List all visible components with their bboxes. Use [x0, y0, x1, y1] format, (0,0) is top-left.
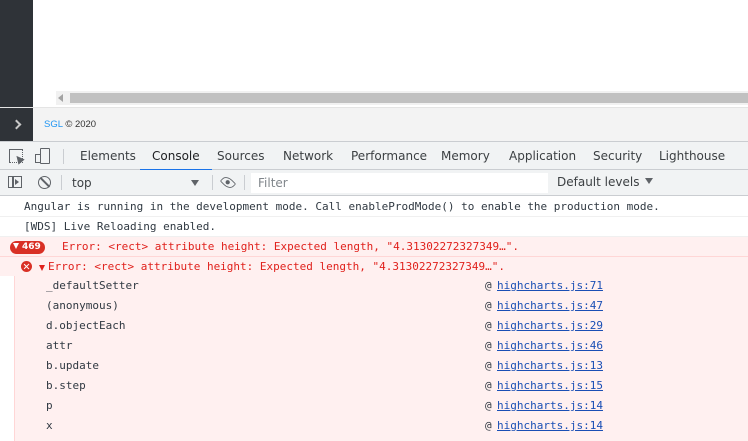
error-count-badge[interactable]: 469 [10, 241, 45, 254]
toolbar-divider [212, 175, 213, 190]
stack-frame-function: x [46, 419, 53, 432]
stack-frame-at-symbol: @ [485, 339, 492, 352]
expand-triangle-icon[interactable] [39, 265, 45, 271]
tab-lighthouse[interactable]: Lighthouse [659, 142, 725, 170]
tab-sources[interactable]: Sources [217, 142, 264, 170]
stack-frame: b.update @ highcharts.js:13 [15, 356, 748, 376]
stack-frame-source-link[interactable]: highcharts.js:15 [497, 376, 603, 396]
clear-console-icon[interactable] [38, 176, 51, 189]
stack-frame: attr @ highcharts.js:46 [15, 336, 748, 356]
stack-frame-function: attr [46, 339, 73, 352]
stack-frame-function: _defaultSetter [46, 279, 139, 292]
tab-elements[interactable]: Elements [80, 142, 136, 170]
chevron-right-icon [11, 119, 22, 130]
log-levels-label: Default levels [557, 175, 640, 189]
console-message-text: [WDS] Live Reloading enabled. [24, 220, 217, 233]
app-page: SGL © 2020 [0, 0, 748, 142]
error-group-row[interactable]: 469 Error: <rect> attribute height: Expe… [0, 237, 748, 257]
stack-frame-function: b.step [46, 379, 86, 392]
toolbar-divider [244, 175, 245, 190]
stack-frame-at-symbol: @ [485, 359, 492, 372]
inspect-element-icon[interactable] [9, 149, 25, 165]
tab-performance[interactable]: Performance [351, 142, 427, 170]
stack-frame-at-symbol: @ [485, 279, 492, 292]
console-output: Angular is running in the development mo… [0, 197, 748, 441]
dropdown-caret-icon [645, 178, 654, 184]
context-select[interactable]: top [65, 173, 205, 193]
stack-frame-source-link[interactable]: highcharts.js:14 [497, 396, 603, 416]
tab-memory[interactable]: Memory [441, 142, 490, 170]
console-filter-input[interactable] [251, 173, 548, 193]
stack-frame-at-symbol: @ [485, 299, 492, 312]
stack-frame-source-link[interactable]: highcharts.js:47 [497, 296, 603, 316]
error-expanded-row[interactable]: Error: <rect> attribute height: Expected… [0, 257, 748, 276]
footer-copyright-text: © 2020 [65, 119, 97, 130]
tab-network[interactable]: Network [283, 142, 333, 170]
stack-frame-source-link[interactable]: highcharts.js:29 [497, 316, 603, 336]
sidebar-expand-button[interactable] [0, 108, 33, 142]
app-footer: SGL © 2020 [0, 107, 748, 142]
log-levels-dropdown[interactable]: Default levels [557, 175, 654, 189]
stack-frame: b.step @ highcharts.js:15 [15, 376, 748, 396]
stack-frame: _defaultSetter @ highcharts.js:71 [15, 276, 748, 296]
stack-frame: (anonymous) @ highcharts.js:47 [15, 296, 748, 316]
toolbar-divider [61, 175, 62, 190]
app-sidebar [0, 0, 33, 107]
scrollbar-thumb[interactable] [70, 93, 748, 103]
tab-application[interactable]: Application [509, 142, 576, 170]
stack-frame-function: b.update [46, 359, 99, 372]
error-icon [21, 261, 32, 272]
tab-console[interactable]: Console [140, 142, 212, 171]
stack-frame-at-symbol: @ [485, 399, 492, 412]
context-select-value: top [72, 176, 92, 190]
console-toolbar: top Default levels [0, 170, 748, 196]
console-message: Angular is running in the development mo… [0, 197, 748, 217]
stack-frame-function: (anonymous) [46, 299, 119, 312]
footer-copyright: SGL © 2020 [44, 119, 96, 130]
toolbar-divider [63, 149, 64, 164]
console-message: [WDS] Live Reloading enabled. [0, 217, 748, 237]
stack-frame-at-symbol: @ [485, 419, 492, 432]
stack-frame-source-link[interactable]: highcharts.js:71 [497, 276, 603, 296]
tab-security[interactable]: Security [593, 142, 642, 170]
stack-frame-source-link[interactable]: highcharts.js:14 [497, 416, 603, 436]
stack-frame: d.objectEach @ highcharts.js:29 [15, 316, 748, 336]
stack-frame-function: d.objectEach [46, 319, 126, 332]
console-message-text: Angular is running in the development mo… [24, 200, 660, 213]
stack-frame-source-link[interactable]: highcharts.js:46 [497, 336, 603, 356]
footer-brand[interactable]: SGL [44, 119, 63, 130]
live-expression-eye-icon[interactable] [219, 174, 237, 191]
error-message-text: Error: <rect> attribute height: Expected… [62, 240, 519, 253]
error-message-text: Error: <rect> attribute height: Expected… [48, 260, 505, 273]
device-toolbar-icon[interactable] [35, 148, 51, 164]
stack-frame-source-link[interactable]: highcharts.js:13 [497, 356, 603, 376]
stack-trace: _defaultSetter @ highcharts.js:71 (anonymou… [14, 276, 748, 441]
devtools-tab-bar: Elements Console Sources Network Perform… [0, 141, 748, 171]
stack-frame-function: p [46, 399, 53, 412]
stack-frame: x @ highcharts.js:14 [15, 416, 748, 436]
dropdown-caret-icon [191, 180, 199, 186]
collapse-triangle-icon [13, 243, 19, 249]
stack-frame-at-symbol: @ [485, 379, 492, 392]
stack-frame: p @ highcharts.js:14 [15, 396, 748, 416]
show-sidebar-icon[interactable] [8, 176, 22, 188]
horizontal-scrollbar[interactable] [56, 91, 748, 105]
stack-frame-at-symbol: @ [485, 319, 492, 332]
scroll-left-arrow-icon[interactable] [58, 94, 63, 102]
